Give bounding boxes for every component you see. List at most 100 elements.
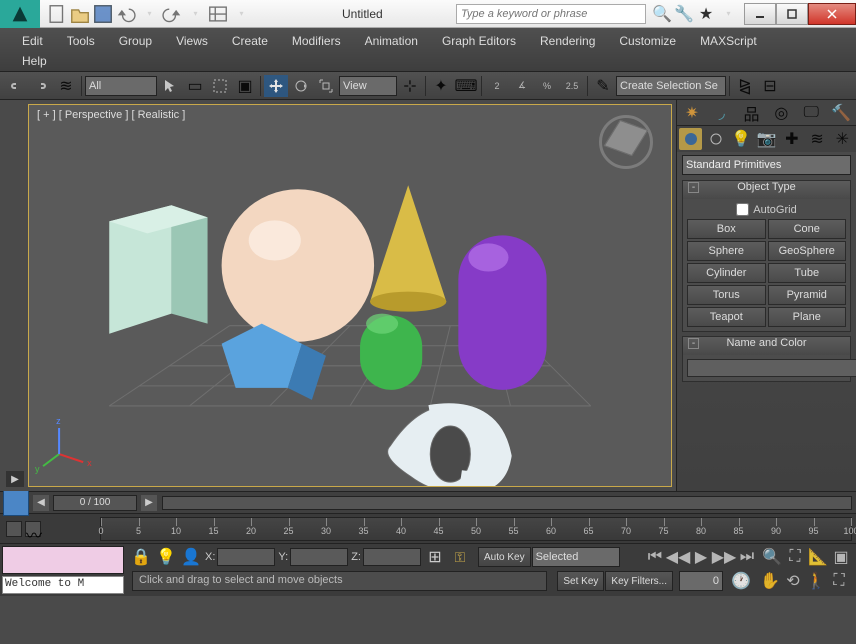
snap-2d-icon[interactable]: 2 <box>485 75 509 97</box>
time-slider-track[interactable] <box>162 496 852 510</box>
fov-icon[interactable]: 📐 <box>807 546 829 568</box>
expand-track-icon[interactable]: ▶ <box>6 471 24 487</box>
named-selection-select[interactable]: Create Selection Se <box>616 76 726 96</box>
select-region-icon[interactable] <box>208 75 232 97</box>
keyboard-shortcut-icon[interactable]: ⌨ <box>454 75 478 97</box>
menu-edit[interactable]: Edit <box>10 32 55 50</box>
collapse-icon[interactable]: - <box>688 338 699 349</box>
undo-icon[interactable] <box>115 4 137 24</box>
primitive-torus-button[interactable]: Torus <box>687 285 766 305</box>
primitive-tube-button[interactable]: Tube <box>768 263 847 283</box>
time-ruler[interactable]: 0510152025303540455055606570758085909510… <box>100 517 852 541</box>
hierarchy-tab-icon[interactable]: 品 <box>740 102 764 124</box>
align-icon[interactable]: ⊟ <box>758 75 782 97</box>
curve-editor-icon[interactable] <box>6 521 22 537</box>
autogrid-checkbox[interactable] <box>736 203 749 216</box>
binoculars-icon[interactable]: 🔍 <box>652 4 672 24</box>
zoom-extents-icon[interactable]: ▣ <box>830 546 852 568</box>
next-frame-icon[interactable]: ▶▶ <box>713 546 735 568</box>
scale-icon[interactable] <box>314 75 338 97</box>
time-slider-thumb[interactable] <box>3 490 29 516</box>
save-icon[interactable] <box>92 4 114 24</box>
pan-icon[interactable]: ✋ <box>759 570 781 592</box>
new-icon[interactable] <box>46 4 68 24</box>
selection-filter-select[interactable]: All <box>85 76 157 96</box>
project-icon[interactable] <box>207 4 229 24</box>
primitive-geosphere-button[interactable]: GeoSphere <box>768 241 847 261</box>
primitive-sphere-button[interactable]: Sphere <box>687 241 766 261</box>
coord-z-input[interactable] <box>363 548 421 566</box>
isolate-icon[interactable]: 💡 <box>155 547 177 567</box>
undo-dropdown-icon[interactable] <box>138 4 160 24</box>
help-search-input[interactable] <box>456 4 646 24</box>
menu-create[interactable]: Create <box>220 32 280 50</box>
motion-tab-icon[interactable]: ◎ <box>769 102 793 124</box>
coord-y-input[interactable] <box>290 548 348 566</box>
coord-x-input[interactable] <box>217 548 275 566</box>
frame-prev-icon[interactable]: ◀ <box>33 495 49 511</box>
tools-icon[interactable]: 🔧 <box>674 4 694 24</box>
keyfilters-button[interactable]: Key Filters... <box>605 571 673 591</box>
key-mode-icon[interactable]: ⚿ <box>449 547 471 567</box>
selection-lock-icon[interactable]: 👤 <box>180 547 202 567</box>
primitive-category-select[interactable]: Standard Primitives <box>682 155 851 175</box>
menu-views[interactable]: Views <box>164 32 220 50</box>
frame-next-icon[interactable]: ▶ <box>141 495 157 511</box>
utilities-tab-icon[interactable]: 🔨 <box>829 102 853 124</box>
display-tab-icon[interactable]: 🖵 <box>799 102 823 124</box>
help-dropdown-icon[interactable] <box>718 4 738 24</box>
snap-percent-icon[interactable]: % <box>535 75 559 97</box>
close-button[interactable] <box>808 3 856 25</box>
menu-group[interactable]: Group <box>107 32 164 50</box>
viewport-perspective[interactable]: [ + ] [ Perspective ] [ Realistic ] <box>28 104 672 487</box>
pivot-icon[interactable]: ⊹ <box>398 75 422 97</box>
maximize-button[interactable] <box>776 3 808 25</box>
shapes-category-icon[interactable] <box>704 128 727 150</box>
primitive-box-button[interactable]: Box <box>687 219 766 239</box>
open-icon[interactable] <box>69 4 91 24</box>
link-icon[interactable] <box>4 75 28 97</box>
spacewarps-category-icon[interactable]: ≋ <box>805 128 828 150</box>
ref-coord-select[interactable]: View <box>339 76 397 96</box>
menu-graph-editors[interactable]: Graph Editors <box>430 32 528 50</box>
menu-animation[interactable]: Animation <box>353 32 430 50</box>
collapse-icon[interactable]: - <box>688 182 699 193</box>
primitive-pyramid-button[interactable]: Pyramid <box>768 285 847 305</box>
time-config-icon[interactable]: 🕐 <box>729 570 753 592</box>
redo-icon[interactable] <box>161 4 183 24</box>
select-object-icon[interactable] <box>158 75 182 97</box>
setkey-button[interactable]: Set Key <box>557 571 604 591</box>
redo-dropdown-icon[interactable] <box>184 4 206 24</box>
primitive-plane-button[interactable]: Plane <box>768 307 847 327</box>
menu-modifiers[interactable]: Modifiers <box>280 32 353 50</box>
lock-selection-icon[interactable]: 🔒 <box>130 547 152 567</box>
zoom-all-icon[interactable]: ⛶ <box>784 546 806 568</box>
current-frame-input[interactable] <box>679 571 723 591</box>
primitive-cone-button[interactable]: Cone <box>768 219 847 239</box>
workspace-dropdown-icon[interactable] <box>230 4 252 24</box>
primitive-teapot-button[interactable]: Teapot <box>687 307 766 327</box>
primitive-cylinder-button[interactable]: Cylinder <box>687 263 766 283</box>
grid-toggle-icon[interactable]: ⊞ <box>424 547 446 567</box>
maxscript-listener[interactable]: Welcome to M <box>2 576 124 594</box>
snap-angle-icon[interactable]: ∡ <box>510 75 534 97</box>
unlink-icon[interactable] <box>29 75 53 97</box>
select-manipulate-icon[interactable]: ✦ <box>429 75 453 97</box>
systems-category-icon[interactable]: ✳ <box>831 128 854 150</box>
spinner-snap-icon[interactable]: 2.5 <box>560 75 584 97</box>
autokey-button[interactable]: Auto Key <box>478 547 531 567</box>
key-mode-select[interactable]: Selected <box>532 547 620 567</box>
menu-tools[interactable]: Tools <box>55 32 107 50</box>
bind-spacewarp-icon[interactable]: ≋ <box>54 75 78 97</box>
mini-curve-icon[interactable]: 〰 <box>25 521 41 537</box>
helpers-category-icon[interactable]: ✚ <box>780 128 803 150</box>
zoom-icon[interactable]: 🔍 <box>761 546 783 568</box>
minimap[interactable] <box>2 546 124 574</box>
rollout-header-object-type[interactable]: - Object Type <box>683 181 850 199</box>
menu-help[interactable]: Help <box>10 52 846 70</box>
app-menu-button[interactable] <box>0 0 40 28</box>
create-tab-icon[interactable]: ✷ <box>680 102 704 124</box>
rotate-icon[interactable] <box>289 75 313 97</box>
move-icon[interactable] <box>264 75 288 97</box>
prev-frame-icon[interactable]: ◀◀ <box>667 546 689 568</box>
